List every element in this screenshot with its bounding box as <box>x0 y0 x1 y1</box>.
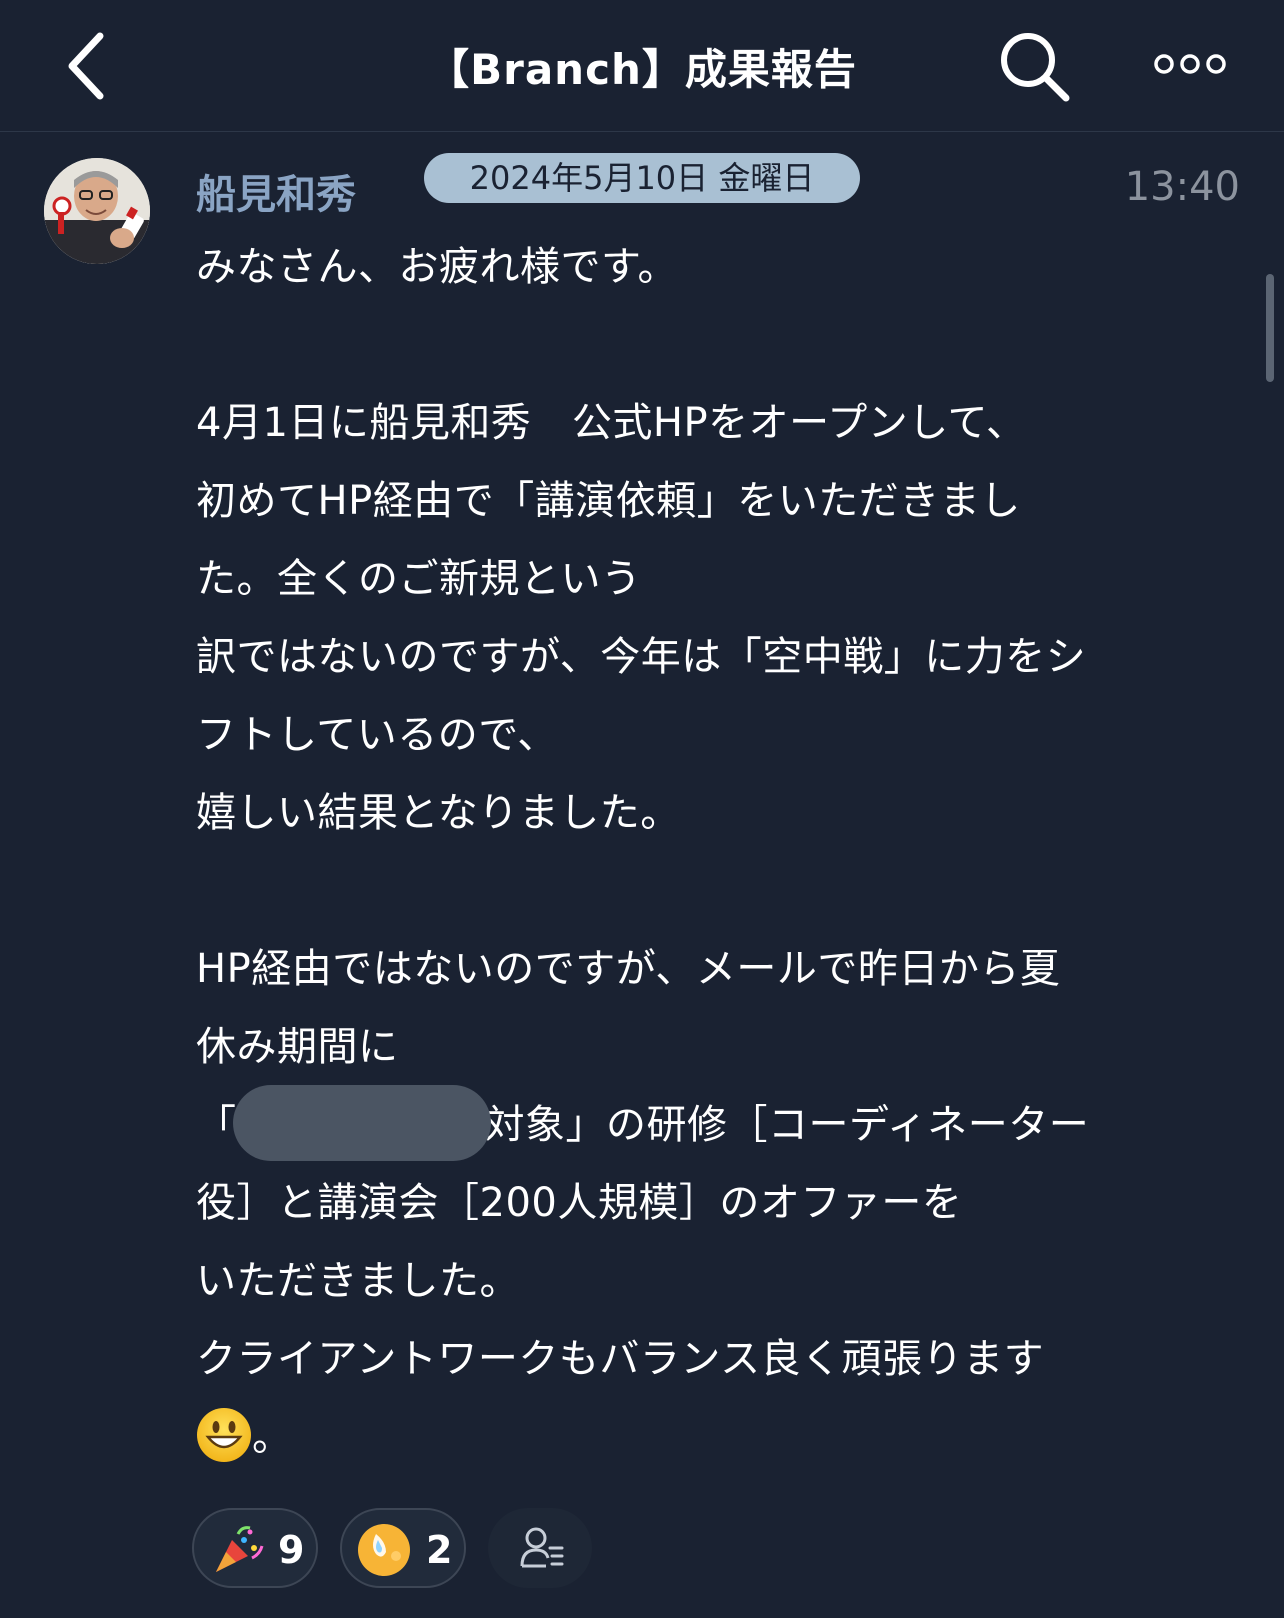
reaction-party-popper[interactable]: 9 <box>192 1508 318 1588</box>
add-reaction-button[interactable] <box>488 1508 592 1588</box>
message-line: いただきました。 <box>196 1258 520 1304</box>
message-line-final: 。 <box>196 1398 1246 1476</box>
message-line: 休み期間に <box>196 1024 399 1070</box>
chat-title: 【Branch】成果報告 <box>427 45 857 94</box>
search-button[interactable] <box>996 28 1072 104</box>
reaction-count: 9 <box>278 1528 305 1572</box>
grinning-face-emoji <box>196 1407 252 1463</box>
header-bar: 【Branch】成果報告 <box>0 0 1284 132</box>
redacted-prefix: 「 <box>196 1102 237 1148</box>
redaction-blur <box>232 1085 491 1161</box>
redacted-suffix: 対象」の研修［コーディネーター <box>484 1102 1090 1148</box>
reaction-sweat-face[interactable]: 2 <box>340 1508 466 1588</box>
message-line-redacted: 「 対象」の研修［コーディネーター <box>196 1085 1246 1164</box>
reaction-list-icon <box>520 1527 564 1568</box>
more-dots-icon <box>1154 54 1226 74</box>
final-punctuation: 。 <box>252 1414 293 1460</box>
smiling-sweat-face-icon <box>358 1524 410 1576</box>
message-line: 役］と講演会［200人規模］のオファーを <box>196 1180 963 1226</box>
message-line: みなさん、お疲れ様です。 <box>196 244 678 290</box>
message-line: 訳ではないのですが、今年は「空中戦」に力をシ <box>196 634 1087 680</box>
sender-avatar[interactable] <box>44 158 150 264</box>
message-line: クライアントワークもバランス良く頑張ります <box>196 1336 1045 1382</box>
party-popper-icon <box>216 1526 264 1572</box>
message-line: 4月1日に船見和秀 公式HPをオープンして、 <box>196 400 1027 446</box>
message-line: 初めてHP経由で「講演依頼」をいただきまし <box>196 478 1021 524</box>
message-line: 嬉しい結果となりました。 <box>196 790 681 836</box>
message-line: HP経由ではないのですが、メールで昨日から夏 <box>196 946 1061 992</box>
message-line: た。全くのご新規という <box>196 556 642 602</box>
reaction-count: 2 <box>426 1528 453 1572</box>
sender-name[interactable]: 船見和秀 <box>196 162 356 220</box>
message-line: フトしているので、 <box>196 712 558 758</box>
more-options-button[interactable] <box>1152 44 1228 84</box>
search-icon <box>1001 33 1070 102</box>
person-avatar-icon <box>44 158 150 264</box>
scrollbar[interactable] <box>1266 274 1274 382</box>
message-time: 13:40 <box>1124 164 1240 210</box>
message-body: みなさん、お疲れ様です。 4月1日に船見和秀 公式HPをオープンして、 初めてH… <box>196 228 1246 1476</box>
date-badge: 2024年5月10日 金曜日 <box>424 153 860 203</box>
